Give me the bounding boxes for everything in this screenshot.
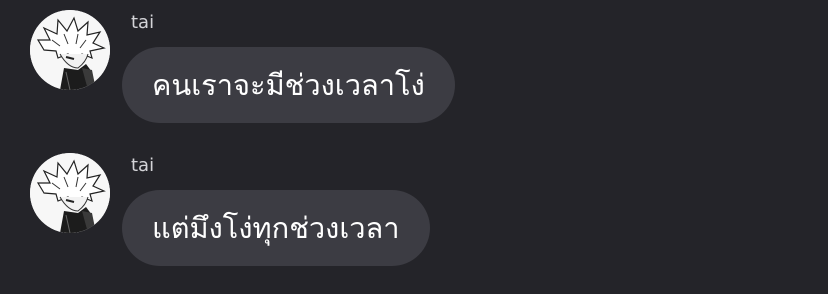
message-text: แต่มึงโง่ทุกช่วงเวลา bbox=[152, 211, 400, 245]
avatar[interactable] bbox=[30, 10, 110, 90]
anime-character-avatar-icon bbox=[30, 153, 110, 233]
sender-name: tai bbox=[131, 12, 155, 33]
message-text: คนเราจะมีช่วงเวลาโง่ bbox=[152, 68, 425, 102]
message-bubble[interactable]: คนเราจะมีช่วงเวลาโง่ bbox=[122, 47, 455, 123]
chat-thread: tai คนเราจะมีช่วงเวลาโง่ tai แต่มึงโง่ทุ… bbox=[0, 0, 828, 294]
anime-character-avatar-icon bbox=[30, 10, 110, 90]
message-group: tai แต่มึงโง่ทุกช่วงเวลา bbox=[0, 149, 828, 279]
sender-name: tai bbox=[131, 155, 155, 176]
avatar[interactable] bbox=[30, 153, 110, 233]
message-group: tai คนเราจะมีช่วงเวลาโง่ bbox=[0, 6, 828, 136]
message-bubble[interactable]: แต่มึงโง่ทุกช่วงเวลา bbox=[122, 190, 430, 266]
